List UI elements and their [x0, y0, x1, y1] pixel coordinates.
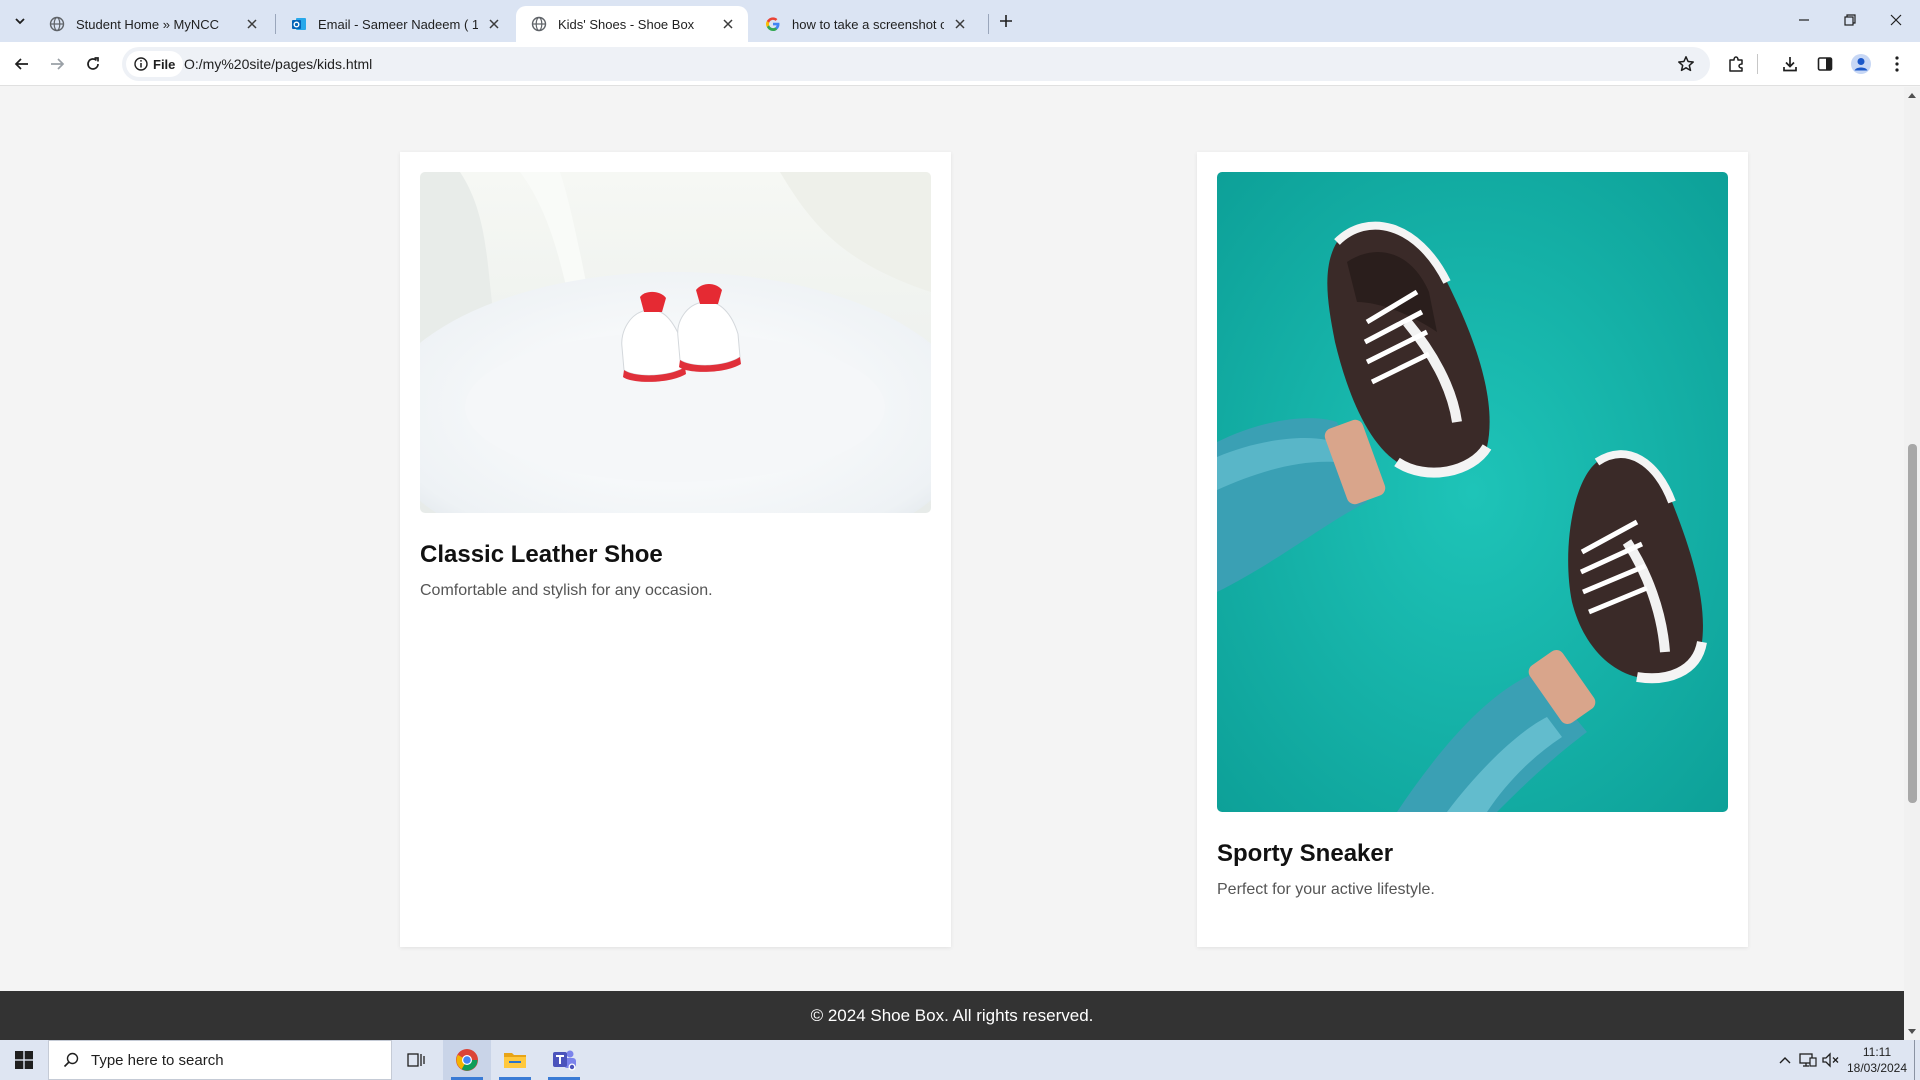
close-tab-icon[interactable] — [718, 14, 738, 34]
google-icon — [764, 15, 782, 33]
tab-screenshot-search[interactable]: how to take a screenshot on w — [750, 6, 980, 42]
product-name: Sporty Sneaker — [1217, 840, 1394, 867]
windows-taskbar: Type here to search 11:11 18/03/2024 — [0, 1040, 1920, 1080]
kebab-menu-icon — [1895, 56, 1899, 72]
globe-icon — [48, 15, 66, 33]
product-card: Sporty Sneaker Perfect for your active l… — [1197, 152, 1748, 947]
reload-button[interactable] — [77, 48, 109, 80]
scrollbar-thumb[interactable] — [1908, 444, 1917, 803]
caret-up-icon — [1908, 93, 1916, 98]
scroll-down-button[interactable] — [1904, 1024, 1920, 1040]
windows-logo-icon — [15, 1051, 33, 1069]
download-icon — [1783, 57, 1797, 72]
downloads-button[interactable] — [1774, 48, 1806, 80]
close-tab-icon[interactable] — [484, 14, 504, 34]
close-window-button[interactable] — [1873, 0, 1919, 40]
tab-title: how to take a screenshot on w — [792, 16, 944, 32]
site-info-label: File — [153, 56, 176, 72]
taskbar-chrome[interactable] — [443, 1040, 491, 1080]
product-name: Classic Leather Shoe — [420, 541, 663, 568]
tab-student-home[interactable]: Student Home » MyNCC — [34, 6, 272, 42]
plus-icon — [1000, 15, 1012, 27]
globe-icon — [530, 15, 548, 33]
puzzle-icon — [1729, 56, 1743, 72]
search-icon — [63, 1052, 79, 1068]
minimize-icon — [1799, 19, 1809, 21]
sneakers-photo — [1217, 172, 1728, 812]
tab-title: Kids' Shoes - Shoe Box — [558, 16, 695, 32]
url-text[interactable]: O:/my%20site/pages/kids.html — [184, 56, 372, 72]
close-tab-icon[interactable] — [950, 14, 970, 34]
side-panel-icon — [1817, 57, 1833, 71]
avatar-icon — [1851, 54, 1871, 74]
tab-title: Email - Sameer Nadeem ( 1917 — [318, 16, 478, 32]
product-description: Comfortable and stylish for any occasion… — [420, 582, 713, 599]
new-tab-button[interactable] — [994, 9, 1018, 33]
caret-down-icon — [1908, 1029, 1916, 1034]
chrome-icon — [456, 1049, 478, 1071]
page-footer: © 2024 Shoe Box. All rights reserved. — [0, 991, 1904, 1040]
back-button[interactable] — [6, 48, 38, 80]
task-view-icon — [407, 1053, 425, 1067]
page-viewport: Classic Leather Shoe Comfortable and sty… — [0, 87, 1904, 1040]
close-icon — [1890, 14, 1902, 26]
toolbar-divider — [1757, 54, 1758, 74]
taskbar-search-box[interactable]: Type here to search — [48, 1040, 392, 1080]
show-hidden-icons-button[interactable] — [1774, 1040, 1796, 1080]
product-card: Classic Leather Shoe Comfortable and sty… — [400, 152, 951, 947]
scroll-up-button[interactable] — [1904, 87, 1920, 103]
side-panel-button[interactable] — [1809, 48, 1841, 80]
tab-title: Student Home » MyNCC — [76, 16, 220, 32]
profile-button[interactable] — [1845, 48, 1877, 80]
task-view-button[interactable] — [392, 1040, 440, 1080]
arrow-right-icon — [51, 58, 65, 70]
clock-time: 11:11 — [1862, 1045, 1892, 1059]
bookmark-star-button[interactable] — [1676, 54, 1696, 74]
product-description: Perfect for your active lifestyle. — [1217, 881, 1435, 898]
network-icon — [1799, 1053, 1817, 1067]
network-button[interactable] — [1797, 1040, 1819, 1080]
address-bar[interactable]: File O:/my%20site/pages/kids.html — [122, 47, 1710, 81]
show-desktop-button[interactable] — [1914, 1040, 1920, 1080]
tab-separator — [988, 14, 989, 34]
extensions-button[interactable] — [1720, 48, 1752, 80]
tab-kids-shoes[interactable]: Kids' Shoes - Shoe Box — [516, 6, 748, 42]
info-icon — [134, 57, 148, 71]
volume-muted-icon — [1822, 1052, 1839, 1068]
taskbar-teams[interactable] — [540, 1040, 588, 1080]
chevron-down-icon — [15, 18, 25, 25]
tab-email[interactable]: Email - Sameer Nadeem ( 1917 — [276, 6, 514, 42]
restore-button[interactable] — [1827, 0, 1873, 40]
restore-icon — [1844, 14, 1856, 26]
minimize-button[interactable] — [1781, 0, 1827, 40]
chevron-up-icon — [1779, 1057, 1791, 1064]
folder-icon — [504, 1053, 526, 1068]
tab-search-button[interactable] — [8, 9, 32, 33]
teams-icon — [553, 1050, 576, 1071]
taskbar-clock[interactable]: 11:11 18/03/2024 — [1846, 1044, 1908, 1076]
start-button[interactable] — [0, 1040, 48, 1080]
browser-toolbar: File O:/my%20site/pages/kids.html — [0, 42, 1920, 86]
menu-button[interactable] — [1881, 48, 1913, 80]
site-info-chip[interactable]: File — [126, 51, 184, 77]
arrow-left-icon — [14, 58, 28, 70]
tab-strip: Student Home » MyNCC Email - Sameer Nade… — [0, 0, 1920, 42]
baby-shoes-photo — [420, 172, 931, 513]
page-scrollbar[interactable] — [1904, 87, 1920, 1040]
taskbar-search-placeholder: Type here to search — [91, 1051, 224, 1069]
reload-icon — [87, 57, 99, 70]
forward-button[interactable] — [41, 48, 73, 80]
taskbar-file-explorer[interactable] — [491, 1040, 539, 1080]
close-tab-icon[interactable] — [242, 14, 262, 34]
volume-button[interactable] — [1820, 1040, 1842, 1080]
outlook-icon — [290, 15, 308, 33]
clock-date: 18/03/2024 — [1846, 1061, 1908, 1075]
star-icon — [1678, 56, 1694, 72]
